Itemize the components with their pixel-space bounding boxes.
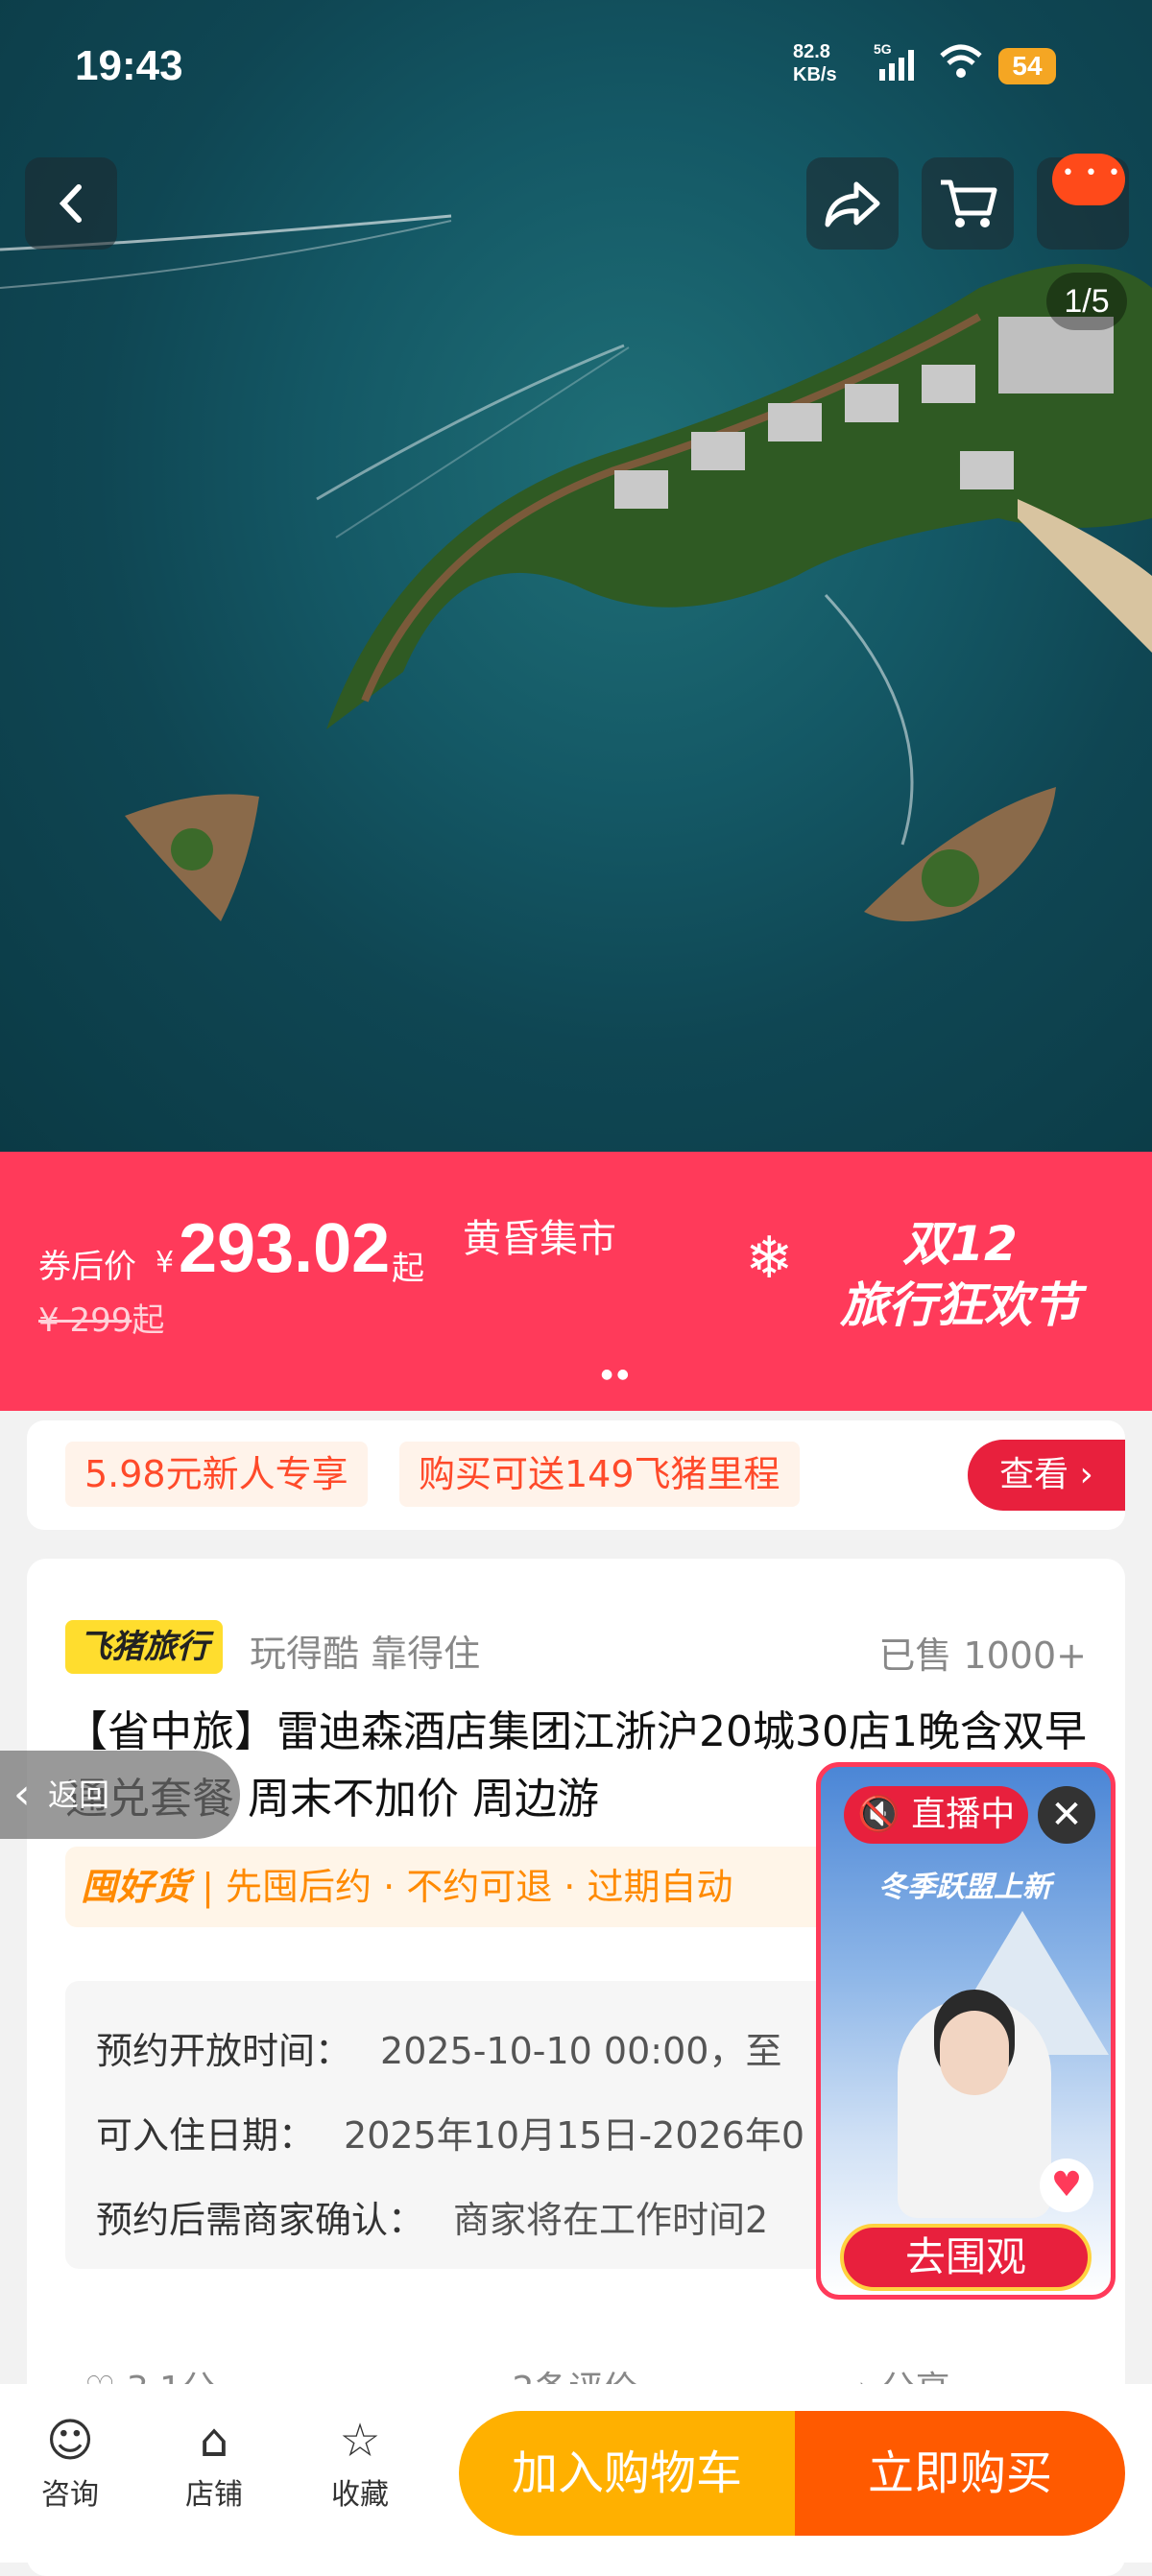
guarantee-text: | 先囤后约 · 不约可退 · 过期自动: [202, 1866, 733, 1908]
net-speed-value: 82.8: [793, 41, 830, 62]
currency-symbol: ¥: [156, 1246, 175, 1279]
status-bar: 19:43 82.8 KB/s 5G 54: [0, 0, 1152, 134]
coupon-new-user[interactable]: 5.98元新人专享: [65, 1442, 368, 1507]
coupon-row: 5.98元新人专享 购买可送149飞猪里程 查看 ›: [27, 1420, 1125, 1530]
network-speed: 82.8 KB/s: [793, 40, 837, 86]
festival-line1: 双12: [902, 1216, 1018, 1272]
cellular-signal-icon: 5G: [874, 41, 914, 81]
back-pill-button[interactable]: ‹ 返回: [0, 1751, 240, 1839]
original-price-value: ¥ 299: [38, 1301, 132, 1340]
info-row-checkin-dates: 可入住日期： 2025年10月15日-2026年0: [96, 2106, 804, 2159]
brand-slogan: 玩得酷 靠得住: [250, 1633, 481, 1675]
consult-label: 咨询: [41, 2478, 99, 2512]
chevron-left-icon: ‹: [13, 1770, 31, 1819]
share-button[interactable]: [806, 157, 899, 250]
original-price-suffix: 起: [132, 1301, 165, 1340]
net-type: 5G: [874, 41, 892, 57]
cart-icon: [941, 179, 997, 227]
live-stream-widget[interactable]: 🔇 直播中 ✕ 冬季跃盟上新 ♥ 去围观: [816, 1762, 1116, 2300]
live-headline: 冬季跃盟上新: [878, 1871, 1051, 1904]
info-label: 预约后需商家确认：: [96, 2199, 425, 2241]
message-badge-icon[interactable]: [1052, 154, 1125, 205]
chat-face-icon: ☺: [45, 2414, 95, 2468]
info-value: 2025-10-10 00:00，至: [380, 2030, 782, 2072]
store-button[interactable]: ⌂ 店铺: [161, 2411, 267, 2513]
mute-icon[interactable]: 🔇: [857, 1795, 900, 1834]
clock: 19:43: [75, 42, 183, 89]
festival-line2: 旅行狂欢节: [840, 1277, 1080, 1333]
price-value: 293.02: [179, 1210, 391, 1287]
buy-now-button[interactable]: 立即购买: [795, 2411, 1125, 2536]
price-suffix: 起: [392, 1250, 424, 1288]
info-label: 可入住日期：: [96, 2114, 316, 2157]
info-row-booking-open: 预约开放时间： 2025-10-10 00:00，至: [96, 2021, 781, 2074]
view-coupons-button[interactable]: 查看 ›: [968, 1440, 1125, 1511]
info-row-merchant-confirm: 预约后需商家确认： 商家将在工作时间2: [96, 2190, 768, 2243]
guarantee-brand: 囤好货: [81, 1866, 191, 1908]
store-label: 店铺: [185, 2478, 243, 2512]
info-value: 2025年10月15日-2026年0: [344, 2114, 805, 2157]
add-to-cart-button[interactable]: 加入购物车: [459, 2411, 795, 2536]
live-tag-label: 直播中: [911, 1795, 1016, 1834]
favorite-button[interactable]: ☆ 收藏: [307, 2411, 413, 2513]
wifi-icon: [940, 44, 982, 78]
coupon-mileage[interactable]: 购买可送149飞猪里程: [399, 1442, 800, 1507]
festival-banner[interactable]: 双12 旅行狂欢节: [787, 1213, 1133, 1336]
info-label: 预约开放时间：: [96, 2030, 352, 2072]
gallery-counter: 1/5: [1046, 273, 1127, 330]
net-speed-unit: KB/s: [793, 64, 837, 85]
favorite-label: 收藏: [331, 2478, 389, 2512]
original-price: ¥ 299起: [38, 1294, 164, 1341]
price-band: 券后价 ¥ 293.02 起 ¥ 299起 黄昏集市 ❄ 双12 旅行狂欢节 ●…: [0, 1152, 1152, 1411]
cart-button[interactable]: [922, 157, 1014, 250]
snowflake-icon: ❄: [745, 1225, 794, 1292]
close-icon[interactable]: ✕: [1038, 1786, 1095, 1844]
brand-logo: 飞猪旅行: [65, 1620, 223, 1674]
info-value: 商家将在工作时间2: [453, 2199, 769, 2241]
share-icon: [825, 181, 880, 227]
heart-icon[interactable]: ♥: [1040, 2159, 1093, 2212]
market-label: 黄昏集市: [463, 1217, 616, 1261]
consult-button[interactable]: ☺ 咨询: [17, 2411, 123, 2513]
star-icon: ☆: [339, 2414, 381, 2468]
live-tag: 🔇 直播中: [844, 1786, 1029, 1844]
sold-count: 已售 1000+: [878, 1634, 1087, 1677]
chevron-left-icon: [59, 184, 82, 223]
price-prefix: 券后价: [38, 1248, 136, 1286]
back-button[interactable]: [25, 157, 117, 250]
back-pill-label: 返回: [48, 1777, 110, 1813]
host-image: [898, 1997, 1051, 2218]
store-icon: ⌂: [199, 2414, 229, 2468]
watch-live-button[interactable]: 去围观: [840, 2224, 1092, 2291]
carousel-dots: ● ●: [601, 1367, 629, 1382]
bottom-action-bar: ☺ 咨询 ⌂ 店铺 ☆ 收藏 加入购物车 立即购买: [0, 2384, 1152, 2563]
battery-indicator: 54: [998, 48, 1056, 84]
